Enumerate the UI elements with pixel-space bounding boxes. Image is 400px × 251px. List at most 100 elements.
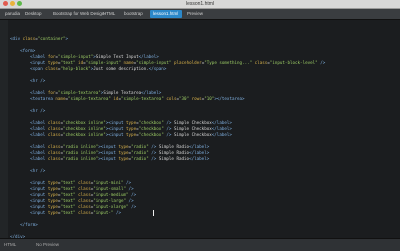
- code-line[interactable]: <input type="text" class="input-mini" />: [10, 180, 131, 185]
- window-title: lesson1.html: [185, 1, 215, 7]
- code-token: />: [163, 132, 174, 137]
- code-token: class: [47, 132, 61, 137]
- status-preview[interactable]: No Preview: [36, 241, 59, 249]
- code-token: "10": [204, 96, 215, 101]
- code-token: class: [47, 156, 61, 161]
- code-line[interactable]: <input type="text" class="input-xlarge" …: [10, 204, 136, 209]
- code-token: "text": [60, 210, 79, 215]
- code-token: type: [47, 210, 58, 215]
- code-line[interactable]: <label class="checkbox inline"><input ty…: [10, 120, 232, 125]
- code-token: "checkbox": [138, 126, 164, 131]
- code-line[interactable]: <span class="help-block">Just some descr…: [10, 66, 166, 71]
- code-line[interactable]: <label class="radio inline"><input type=…: [10, 150, 209, 155]
- breadcrumb-item[interactable]: lesson1.html: [150, 10, 182, 18]
- code-line[interactable]: <hr />: [10, 108, 45, 113]
- code-token: </span>: [148, 66, 167, 71]
- breadcrumb-item[interactable]: parudia: [2, 10, 20, 18]
- code-token: class: [47, 144, 61, 149]
- code-token: ><input: [105, 132, 126, 137]
- code-token: />: [128, 204, 137, 209]
- code-token: <form>: [10, 48, 36, 53]
- code-token: >: [65, 36, 69, 41]
- code-line[interactable]: </form>: [10, 222, 38, 227]
- code-token: ><input: [98, 144, 119, 149]
- code-editor[interactable]: <div class="container"> <form> <label fo…: [0, 20, 400, 239]
- code-token: "checkbox inline": [62, 126, 106, 131]
- code-token: class: [45, 66, 58, 71]
- code-token: "radio inline": [62, 156, 99, 161]
- code-token: "text": [60, 192, 79, 197]
- code-token: class: [78, 210, 91, 215]
- status-bar: HTML No Preview: [0, 238, 400, 251]
- code-line[interactable]: <input type="text" class="input-large" /…: [10, 198, 133, 203]
- code-token: "input-block-level": [269, 60, 318, 65]
- code-token: placeholder: [173, 60, 202, 65]
- code-token: ></textarea>: [214, 96, 245, 101]
- window-titlebar: lesson1.html: [0, 0, 400, 9]
- code-line[interactable]: <hr />: [10, 168, 45, 173]
- code-token: class: [47, 150, 61, 155]
- code-token: ><input: [105, 120, 126, 125]
- code-token: "simple-textarea": [57, 90, 101, 95]
- breadcrumb-item[interactable]: bootstrap: [121, 10, 148, 18]
- code-line[interactable]: <input type="text" class="input-" />: [10, 210, 121, 215]
- code-token: "checkbox inline": [62, 120, 106, 125]
- code-token: class: [78, 186, 91, 191]
- code-token: name: [55, 96, 66, 101]
- code-token: />: [163, 126, 174, 131]
- breadcrumb-item[interactable]: HTML: [100, 10, 119, 18]
- code-line[interactable]: <label class="checkbox inline"><input ty…: [10, 132, 232, 137]
- status-language[interactable]: HTML: [4, 241, 16, 249]
- code-token: "input-medium": [93, 192, 129, 197]
- breadcrumb-item[interactable]: Bootstrap for Web Design: [50, 10, 104, 18]
- code-line[interactable]: <input type="text" class="input-small" /…: [10, 186, 133, 191]
- code-token: "text": [60, 198, 79, 203]
- breadcrumb-item[interactable]: Desktop: [22, 10, 46, 18]
- breadcrumb-item[interactable]: Preview: [184, 10, 214, 18]
- code-token: type: [118, 156, 129, 161]
- code-line[interactable]: <label class="checkbox inline"><input ty…: [10, 126, 232, 131]
- code-line[interactable]: <hr />: [10, 78, 45, 83]
- code-line[interactable]: <label class="radio inline"><input type=…: [10, 156, 209, 161]
- code-token: "text": [60, 186, 79, 191]
- code-token: type: [47, 186, 58, 191]
- code-token: Simple Checkbox: [173, 126, 212, 131]
- code-token: <hr />: [10, 78, 46, 83]
- code-token: type: [126, 126, 137, 131]
- code-line[interactable]: <label for="simple-textarea">Simple Text…: [10, 90, 161, 95]
- code-line[interactable]: <input type="text" class="input-medium" …: [10, 192, 136, 197]
- code-token: <hr />: [10, 168, 46, 173]
- code-token: "text": [60, 60, 79, 65]
- code-line[interactable]: <div class="container">: [10, 36, 68, 41]
- code-token: <label: [10, 132, 48, 137]
- code-token: "checkbox": [138, 132, 164, 137]
- code-token: cols: [166, 96, 177, 101]
- code-token: Simple Radio: [158, 156, 190, 161]
- code-line[interactable]: <input type="text" id="simple-input" nam…: [10, 60, 325, 65]
- code-line[interactable]: <label class="radio inline"><input type=…: [10, 144, 209, 149]
- code-token: />: [128, 192, 137, 197]
- code-line[interactable]: <textarea name="simple-textarea" id="sim…: [10, 96, 245, 101]
- code-line[interactable]: <form>: [10, 48, 35, 53]
- code-token: class: [78, 198, 91, 203]
- code-token: "container": [37, 36, 66, 41]
- code-token: type: [47, 198, 58, 203]
- code-token: Simple Text Input: [95, 54, 139, 59]
- code-token: class: [22, 36, 36, 41]
- code-token: <label: [10, 126, 48, 131]
- code-token: />: [113, 210, 121, 215]
- code-token: type: [126, 132, 137, 137]
- code-token: type: [118, 150, 129, 155]
- code-token: <hr />: [10, 108, 46, 113]
- code-token: "radio inline": [62, 144, 99, 149]
- code-token: "simple-textarea": [120, 96, 167, 101]
- code-token: <span: [10, 66, 46, 71]
- code-token: type: [126, 120, 137, 125]
- code-token: Simple Radio: [158, 150, 190, 155]
- code-line[interactable]: <label for="simple-input">Simple Text In…: [10, 54, 159, 59]
- code-token: <label: [10, 144, 48, 149]
- code-token: "simple-input": [57, 54, 94, 59]
- code-token: <div: [10, 36, 23, 41]
- code-token: "simple-input": [85, 60, 124, 65]
- code-token: <input: [10, 204, 48, 209]
